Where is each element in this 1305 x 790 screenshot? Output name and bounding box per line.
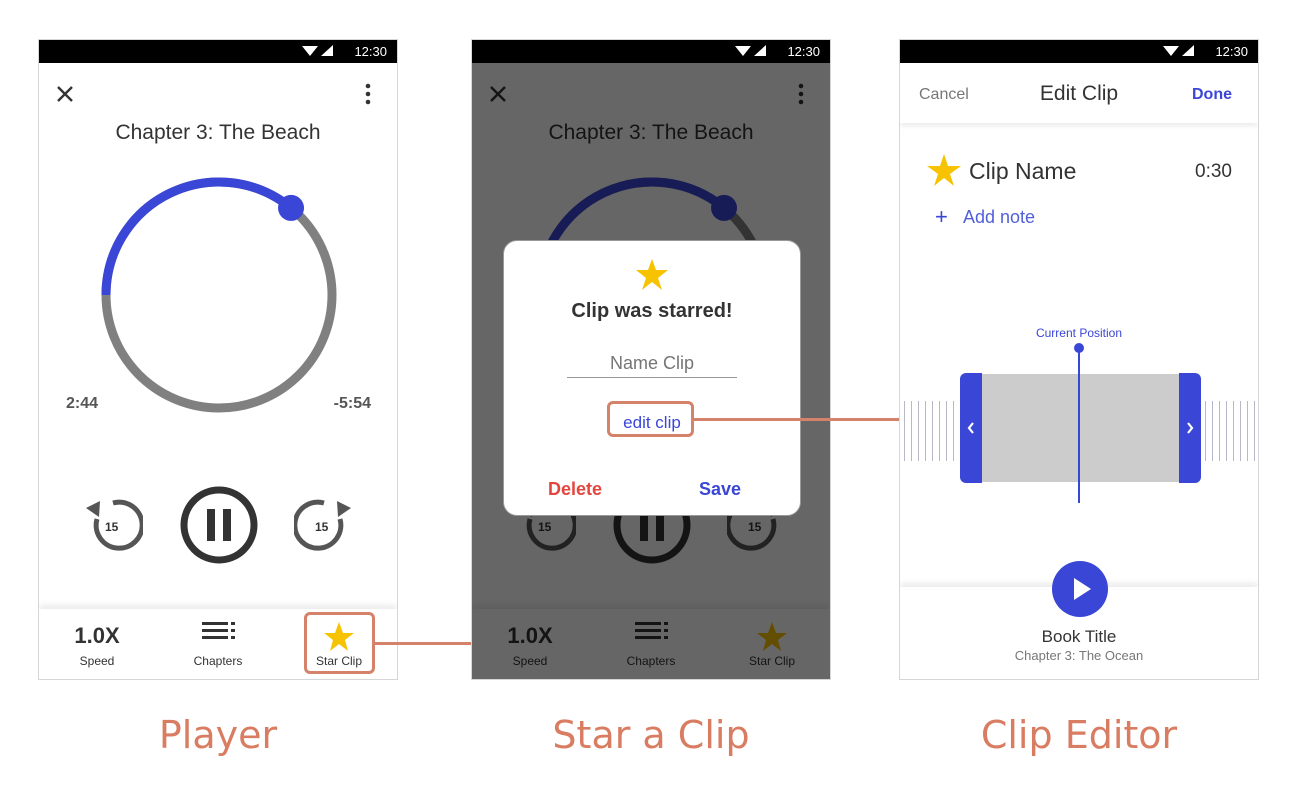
left-trim-handle[interactable] — [960, 373, 982, 483]
chevron-right-icon — [1187, 422, 1194, 434]
current-position-label: Current Position — [1035, 326, 1123, 340]
elapsed-time: 2:44 — [66, 395, 99, 412]
save-button[interactable]: Save — [699, 479, 741, 500]
player-screen: 12:30 Chapter 3: The Beach 2:44 -5:54 15… — [38, 39, 398, 680]
clock: 12:30 — [354, 44, 387, 59]
waveform-tick — [939, 401, 940, 461]
rewind-15-button[interactable]: 15 — [83, 495, 145, 555]
dialog-title: Clip was starred! — [571, 300, 733, 322]
connector-line — [694, 418, 899, 421]
more-vertical-icon[interactable] — [364, 83, 372, 105]
forward-15-button[interactable]: 15 — [292, 495, 354, 555]
status-bar: 12:30 — [472, 40, 830, 63]
signal-wifi-icon — [302, 45, 333, 56]
signal-wifi-icon — [1163, 45, 1194, 56]
play-button[interactable] — [1051, 560, 1109, 618]
caption-star: Star a Clip — [552, 713, 750, 757]
caption-editor: Clip Editor — [980, 713, 1178, 757]
chapter-title: Chapter 3: The Beach — [115, 121, 321, 144]
delete-button[interactable]: Delete — [548, 479, 602, 500]
playhead-line[interactable] — [1078, 349, 1080, 503]
waveform-tick — [1233, 401, 1234, 461]
waveform-tick — [946, 401, 947, 461]
speed-label: Speed — [79, 654, 115, 668]
chapters-label: Chapters — [193, 654, 243, 668]
star-clip-screen: 12:30 Chapter 3: The Beach 15 15 1.0X Sp… — [471, 39, 831, 680]
progress-arc — [101, 177, 294, 296]
chapters-button[interactable]: Chapters — [168, 609, 268, 679]
connector-line — [375, 642, 471, 645]
speed-button[interactable]: 1.0X Speed — [47, 609, 147, 679]
done-button[interactable]: Done — [1192, 86, 1232, 104]
right-trim-handle[interactable] — [1179, 373, 1201, 483]
waveform-tick — [918, 401, 919, 461]
pause-button[interactable] — [179, 485, 259, 565]
waveform-tick — [953, 401, 954, 461]
add-note-button[interactable]: Add note — [963, 207, 1035, 228]
star-icon — [636, 259, 668, 290]
plus-icon[interactable]: + — [935, 204, 948, 230]
editor-header: Cancel Edit Clip Done — [900, 63, 1258, 123]
signal-wifi-icon — [735, 45, 766, 56]
status-bar: 12:30 — [39, 40, 397, 63]
progress-dial[interactable] — [94, 170, 344, 420]
waveform-tick — [932, 401, 933, 461]
waveform-tick — [904, 401, 905, 461]
edit-clip-highlight — [607, 401, 694, 437]
waveform-tick — [1254, 401, 1255, 461]
forward-seconds: 15 — [315, 520, 329, 534]
rewind-seconds: 15 — [105, 520, 119, 534]
clip-starred-dialog: Clip was starred! edit clip Delete Save — [503, 240, 801, 516]
waveform-tick — [925, 401, 926, 461]
progress-knob[interactable] — [278, 194, 305, 221]
caption-player: Player — [158, 713, 278, 757]
playhead-knob[interactable] — [1074, 343, 1084, 353]
clip-name[interactable]: Clip Name — [969, 158, 1076, 185]
star-icon[interactable] — [926, 153, 962, 187]
speed-value: 1.0X — [74, 623, 120, 648]
clock: 12:30 — [787, 44, 820, 59]
chapter-subtitle: Chapter 3: The Ocean — [1014, 648, 1144, 663]
waveform-tick — [911, 401, 912, 461]
status-bar: 12:30 — [900, 40, 1258, 63]
waveform-tick — [1205, 401, 1206, 461]
clock: 12:30 — [1215, 44, 1248, 59]
waveform-tick — [1219, 401, 1220, 461]
clip-duration: 0:30 — [1195, 161, 1232, 182]
chapters-list-icon — [202, 622, 235, 639]
clip-name-input[interactable] — [567, 349, 737, 378]
book-title: Book Title — [1041, 627, 1117, 646]
clip-editor-screen: 12:30 Cancel Edit Clip Done Clip Name 0:… — [899, 39, 1259, 680]
waveform-tick — [1212, 401, 1213, 461]
chevron-left-icon — [967, 422, 974, 434]
star-clip-highlight — [304, 612, 375, 674]
close-icon[interactable] — [56, 85, 74, 103]
waveform-tick — [1240, 401, 1241, 461]
clip-selection[interactable] — [982, 374, 1179, 482]
waveform-tick — [1247, 401, 1248, 461]
waveform-tick — [1226, 401, 1227, 461]
remaining-time: -5:54 — [333, 395, 371, 412]
